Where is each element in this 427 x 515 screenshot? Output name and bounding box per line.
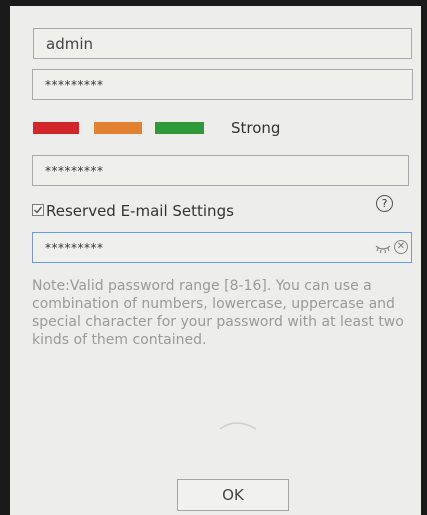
- password-field[interactable]: *********: [32, 69, 413, 100]
- checkmark-icon: [34, 206, 43, 214]
- ok-button[interactable]: OK: [177, 479, 289, 511]
- email-password-value: *********: [45, 241, 104, 255]
- reserved-email-checkbox[interactable]: [32, 204, 44, 216]
- strength-bar-strong: [155, 122, 204, 134]
- password-note: Note:Valid password range [8-16]. You ca…: [32, 278, 404, 348]
- confirm-password-field[interactable]: *********: [32, 155, 409, 186]
- confirm-password-value: *********: [45, 164, 104, 178]
- eye-closed-icon[interactable]: [375, 241, 391, 255]
- question-circle-icon[interactable]: ?: [376, 195, 393, 212]
- cursor-arc-icon: [219, 422, 257, 430]
- password-dialog: admin ********* Strong ********* Reserve…: [10, 6, 421, 515]
- strength-bar-medium: [94, 122, 142, 134]
- password-strength-label: Strong: [231, 119, 281, 137]
- username-value: admin: [46, 35, 93, 53]
- password-value: *********: [45, 78, 104, 92]
- clear-icon[interactable]: ✕: [394, 240, 408, 254]
- strength-bar-weak: [33, 122, 79, 134]
- email-password-field[interactable]: ********* ✕: [32, 232, 412, 263]
- reserved-email-label[interactable]: Reserved E-mail Settings: [46, 202, 234, 220]
- username-field[interactable]: admin: [33, 28, 412, 59]
